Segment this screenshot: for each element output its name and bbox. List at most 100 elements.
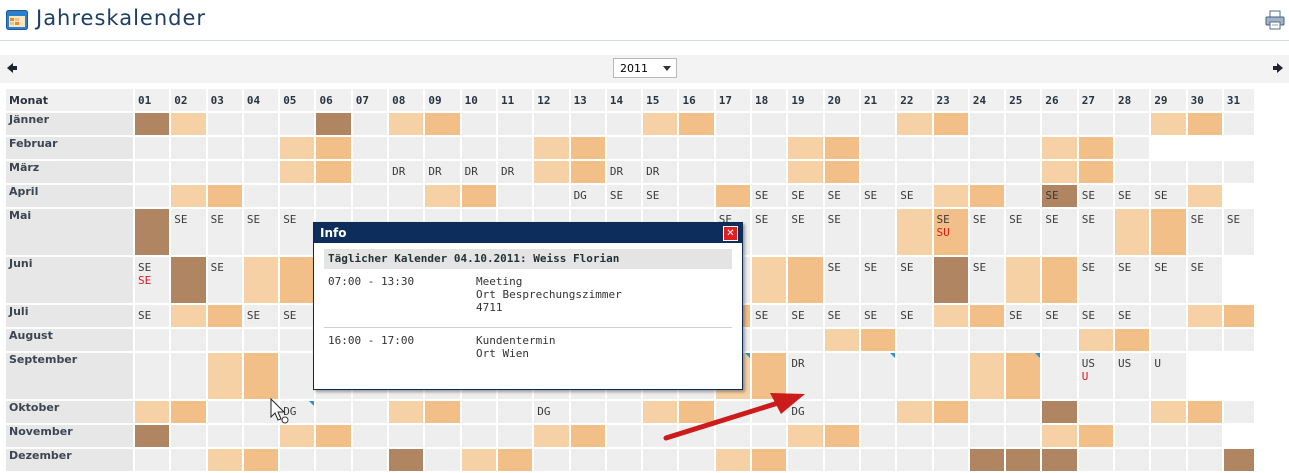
calendar-day-cell[interactable]: SE (280, 209, 315, 255)
calendar-day-cell[interactable] (207, 449, 242, 471)
calendar-day-cell[interactable] (316, 401, 351, 423)
calendar-day-cell[interactable]: SE (1042, 305, 1077, 327)
calendar-day-cell[interactable] (933, 449, 968, 471)
calendar-day-cell[interactable] (788, 257, 823, 303)
calendar-day-cell[interactable] (752, 161, 787, 183)
calendar-day-cell[interactable]: SE (860, 305, 896, 327)
calendar-day-cell[interactable] (715, 137, 751, 159)
calendar-day-cell[interactable] (860, 425, 896, 447)
calendar-day-cell[interactable]: SE (1151, 257, 1186, 303)
calendar-day-cell[interactable] (135, 401, 170, 423)
calendar-day-cell[interactable] (715, 401, 751, 423)
calendar-day-cell[interactable]: SE (1042, 185, 1077, 207)
calendar-day-cell[interactable]: SE (788, 185, 823, 207)
calendar-day-cell[interactable] (135, 353, 170, 399)
calendar-day-cell[interactable] (534, 161, 569, 183)
calendar-day-cell[interactable] (860, 449, 896, 471)
calendar-day-cell[interactable] (171, 257, 206, 303)
calendar-day-cell[interactable] (243, 425, 279, 447)
calendar-day-cell[interactable] (1006, 353, 1041, 399)
calendar-day-cell[interactable] (860, 161, 896, 183)
calendar-day-cell[interactable] (897, 329, 932, 351)
arrow-left-icon[interactable] (6, 62, 18, 74)
calendar-day-cell[interactable] (425, 425, 460, 447)
calendar-day-cell[interactable]: DR (606, 161, 642, 183)
calendar-day-cell[interactable]: SE (897, 257, 932, 303)
calendar-day-cell[interactable]: SE (1078, 305, 1114, 327)
calendar-day-cell[interactable]: SE (897, 185, 932, 207)
calendar-day-cell[interactable] (606, 449, 642, 471)
calendar-day-cell[interactable] (207, 185, 242, 207)
arrow-right-icon[interactable] (1272, 62, 1284, 74)
calendar-day-cell[interactable] (969, 161, 1005, 183)
calendar-day-cell[interactable] (1187, 425, 1222, 447)
calendar-day-cell[interactable] (788, 161, 823, 183)
calendar-day-cell[interactable] (425, 401, 460, 423)
calendar-day-cell[interactable] (352, 401, 388, 423)
calendar-day-cell[interactable] (171, 329, 206, 351)
calendar-day-cell[interactable] (969, 401, 1005, 423)
calendar-day-cell[interactable] (1223, 305, 1254, 327)
calendar-day-cell[interactable] (171, 305, 206, 327)
calendar-day-cell[interactable] (860, 401, 896, 423)
calendar-day-cell[interactable]: SE (824, 185, 859, 207)
calendar-day-cell[interactable]: SE (1078, 257, 1114, 303)
calendar-day-cell[interactable] (280, 185, 315, 207)
calendar-day-cell[interactable]: DG (534, 401, 569, 423)
calendar-day-cell[interactable] (352, 449, 388, 471)
calendar-day-cell[interactable] (606, 401, 642, 423)
calendar-day-cell[interactable] (933, 185, 968, 207)
calendar-day-cell[interactable] (679, 425, 714, 447)
calendar-day-cell[interactable] (788, 425, 823, 447)
calendar-day-cell[interactable] (243, 329, 279, 351)
calendar-day-cell[interactable] (243, 449, 279, 471)
calendar-day-cell[interactable] (570, 449, 605, 471)
calendar-day-cell[interactable] (280, 329, 315, 351)
calendar-day-cell[interactable] (243, 161, 279, 183)
calendar-day-cell[interactable] (1115, 425, 1150, 447)
calendar-day-cell[interactable] (389, 449, 424, 471)
calendar-day-cell[interactable] (643, 401, 678, 423)
calendar-day-cell[interactable] (897, 113, 932, 135)
calendar-day-cell[interactable] (461, 185, 496, 207)
calendar-day-cell[interactable] (679, 401, 714, 423)
calendar-day-cell[interactable] (352, 113, 388, 135)
calendar-day-cell[interactable] (280, 425, 315, 447)
calendar-day-cell[interactable] (570, 401, 605, 423)
calendar-day-cell[interactable] (352, 161, 388, 183)
calendar-day-cell[interactable]: SE (1006, 209, 1041, 255)
calendar-day-cell[interactable] (679, 137, 714, 159)
calendar-day-cell[interactable] (280, 113, 315, 135)
calendar-day-cell[interactable] (897, 401, 932, 423)
calendar-day-cell[interactable] (497, 425, 533, 447)
calendar-day-cell[interactable] (824, 329, 859, 351)
calendar-day-cell[interactable] (752, 401, 787, 423)
calendar-day-cell[interactable] (606, 137, 642, 159)
calendar-day-cell[interactable] (933, 257, 968, 303)
calendar-day-cell[interactable] (243, 137, 279, 159)
calendar-day-cell[interactable] (897, 449, 932, 471)
calendar-day-cell[interactable]: US (1115, 353, 1150, 399)
calendar-day-cell[interactable] (933, 425, 968, 447)
calendar-day-cell[interactable] (969, 113, 1005, 135)
calendar-day-cell[interactable] (788, 113, 823, 135)
calendar-day-cell[interactable] (1151, 449, 1186, 471)
calendar-day-cell[interactable] (352, 425, 388, 447)
calendar-day-cell[interactable] (643, 113, 678, 135)
calendar-day-cell[interactable] (860, 113, 896, 135)
calendar-day-cell[interactable] (715, 425, 751, 447)
calendar-day-cell[interactable] (1006, 329, 1041, 351)
calendar-day-cell[interactable] (933, 305, 968, 327)
calendar-day-cell[interactable] (243, 113, 279, 135)
calendar-day-cell[interactable] (534, 113, 569, 135)
calendar-day-cell[interactable]: SE SE (135, 257, 170, 303)
calendar-day-cell[interactable] (1151, 209, 1186, 255)
calendar-day-cell[interactable] (752, 449, 787, 471)
year-select[interactable]: 2011 (613, 58, 677, 78)
calendar-day-cell[interactable]: SE (1006, 305, 1041, 327)
calendar-day-cell[interactable] (606, 113, 642, 135)
calendar-day-cell[interactable] (860, 209, 896, 255)
calendar-day-cell[interactable] (497, 449, 533, 471)
calendar-day-cell[interactable] (461, 137, 496, 159)
calendar-day-cell[interactable] (1187, 449, 1222, 471)
